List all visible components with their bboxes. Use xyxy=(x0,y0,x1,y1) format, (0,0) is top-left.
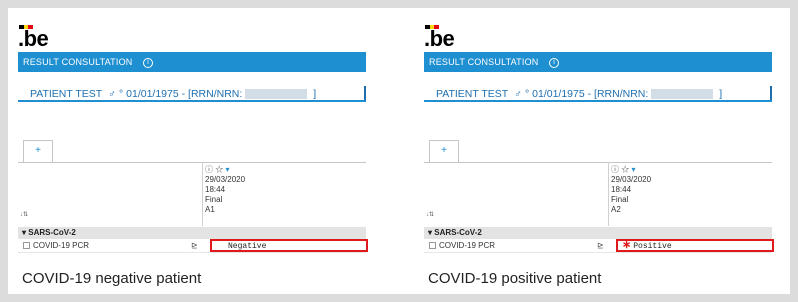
result-column-header: ⓘ ☆ ▾ 29/03/2020 18:44 Final A2 xyxy=(611,165,651,215)
patient-banner: PATIENT TEST ♂ ° 01/01/1975 - [RRN/NRN:] xyxy=(424,84,772,102)
test-name: COVID-19 PCR xyxy=(33,241,90,250)
result-value-highlight: ∗ Positive xyxy=(616,239,774,252)
patient-dob: ° 01/01/1975 - [RRN/NRN: xyxy=(119,88,243,100)
table-row: COVID-19 PCR ⊵ Negative xyxy=(18,239,368,253)
row-checkbox[interactable] xyxy=(429,242,436,249)
belgium-be-logo: .be xyxy=(424,25,455,51)
caption-positive: COVID-19 positive patient xyxy=(428,270,602,287)
chart-icon[interactable]: ⊵ xyxy=(191,241,198,250)
header-title: RESULT CONSULTATION xyxy=(23,57,133,67)
patient-dob: ° 01/01/1975 - [RRN/NRN: xyxy=(525,88,649,100)
chevron-down-icon[interactable]: ▾ xyxy=(225,165,229,174)
sort-icon[interactable]: ↓⇅ xyxy=(426,212,434,218)
figure-frame: .be RESULT CONSULTATION i PATIENT TEST ♂ °… xyxy=(8,8,790,294)
add-tab-button[interactable]: + xyxy=(23,140,53,162)
patient-info: PATIENT TEST ♂ ° 01/01/1975 - [RRN/NRN:] xyxy=(436,88,723,100)
result-value: Negative xyxy=(228,242,267,251)
info-icon[interactable]: i xyxy=(549,57,560,68)
patient-name: PATIENT TEST xyxy=(30,88,103,100)
result-time: 18:44 xyxy=(611,185,632,194)
add-tab-button[interactable]: + xyxy=(429,140,459,162)
patient-info: PATIENT TEST ♂ ° 01/01/1975 - [RRN/NRN:] xyxy=(30,88,317,100)
chevron-down-icon[interactable]: ▾ xyxy=(631,165,635,174)
section-sars-cov-2[interactable]: ▾ SARS-CoV-2 xyxy=(424,227,772,239)
section-sars-cov-2[interactable]: ▾ SARS-CoV-2 xyxy=(18,227,366,239)
result-date: 29/03/2020 xyxy=(611,175,652,184)
info-icon[interactable]: i xyxy=(143,57,154,68)
table-row: COVID-19 PCR ⊵ ∗ Positive xyxy=(424,239,774,253)
row-checkbox[interactable] xyxy=(23,242,30,249)
result-value-highlight: Negative xyxy=(210,239,368,252)
info-star-icons[interactable]: ⓘ ☆ xyxy=(611,165,629,174)
patient-name: PATIENT TEST xyxy=(436,88,509,100)
male-icon: ♂ xyxy=(108,88,117,100)
result-consultation-header: RESULT CONSULTATION i xyxy=(424,52,772,72)
result-date: 29/03/2020 xyxy=(205,175,246,184)
test-name: COVID-19 PCR xyxy=(439,241,496,250)
result-status: Final xyxy=(611,195,629,204)
caption-negative: COVID-19 negative patient xyxy=(22,270,202,287)
result-code: A1 xyxy=(205,205,215,214)
male-icon: ♂ xyxy=(514,88,523,100)
redacted-rrn xyxy=(245,89,308,100)
result-status: Final xyxy=(205,195,223,204)
result-time: 18:44 xyxy=(205,185,226,194)
abnormal-flag-icon: ∗ xyxy=(622,239,632,251)
result-value: Positive xyxy=(633,242,672,251)
result-column-header: ⓘ ☆ ▾ 29/03/2020 18:44 Final A1 xyxy=(205,165,245,215)
result-consultation-header: RESULT CONSULTATION i xyxy=(18,52,366,72)
panel-negative: .be RESULT CONSULTATION i PATIENT TEST ♂ °… xyxy=(18,25,368,287)
info-star-icons[interactable]: ⓘ ☆ xyxy=(205,165,223,174)
sort-icon[interactable]: ↓⇅ xyxy=(20,212,28,218)
belgium-be-logo: .be xyxy=(18,25,49,51)
chart-icon[interactable]: ⊵ xyxy=(597,241,604,250)
header-title: RESULT CONSULTATION xyxy=(429,57,539,67)
panel-positive: .be RESULT CONSULTATION i PATIENT TEST ♂ °… xyxy=(424,25,774,287)
redacted-rrn xyxy=(651,89,714,100)
patient-banner: PATIENT TEST ♂ ° 01/01/1975 - [RRN/NRN:] xyxy=(18,84,366,102)
result-code: A2 xyxy=(611,205,621,214)
